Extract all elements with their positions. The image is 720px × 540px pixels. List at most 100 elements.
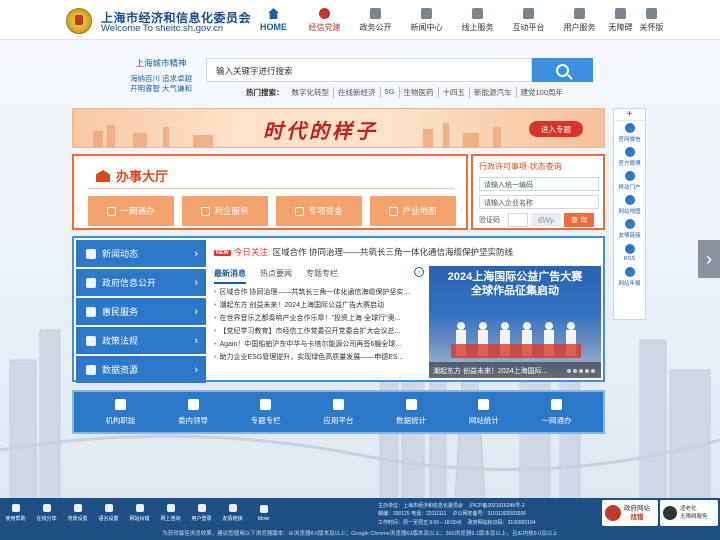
unified-code-input[interactable]: 请输入统一编码: [479, 177, 599, 191]
main-nav: HOME 经信党建 政务公开 新闻中心 线上服务 互动平台 用户服务 无障碍 关…: [248, 0, 667, 40]
nav-label: 互动平台: [512, 22, 545, 32]
footer-tool-language[interactable]: 语言设置: [93, 498, 124, 528]
nav-online-service[interactable]: 线上服务: [452, 0, 503, 40]
tab-latest[interactable]: 最新消息: [214, 268, 246, 284]
search-button[interactable]: [532, 58, 593, 82]
nav-gov-info[interactable]: 政务公开: [350, 0, 401, 40]
footer-tool-links[interactable]: 友情链接: [217, 498, 248, 528]
grid-icon: [260, 398, 272, 410]
carousel-dots[interactable]: [567, 369, 595, 373]
captcha-image[interactable]: 6Wy: [531, 213, 561, 227]
quick-link-one-net[interactable]: 一网通办: [542, 398, 572, 426]
chevron-right-icon[interactable]: ›: [698, 240, 720, 278]
toolbar-label: 移动门户: [618, 185, 641, 191]
menu-item-public-service[interactable]: 惠民服务 ›: [76, 298, 206, 325]
toolbar-links[interactable]: 友情链接: [614, 217, 645, 241]
tab-hot[interactable]: 热点要闻: [260, 268, 292, 284]
footer-tool-label: 友情链接: [222, 516, 243, 522]
toolbar-annual-report[interactable]: 网站年报: [614, 265, 645, 289]
quick-link-org[interactable]: 机构职能: [105, 398, 135, 426]
news-photo-carousel[interactable]: 2024上海国际公益广告大赛 全球作品征集启动 潮起东方 创益未来！2024上海国…: [429, 266, 601, 378]
feature-banner[interactable]: 时代的样子 进入专题: [72, 108, 605, 148]
footer-tool-consult[interactable]: 网上咨询: [155, 498, 186, 528]
banner-enter-button[interactable]: 进入专题: [529, 121, 583, 137]
menu-item-policy[interactable]: 政策法规 ›: [76, 327, 206, 354]
toolbar-sitemap[interactable]: 网站地图: [614, 193, 645, 217]
service-button-enterprise[interactable]: 利企服务: [182, 196, 268, 226]
footer-tool-login[interactable]: 用户登录: [186, 498, 217, 528]
nav-party[interactable]: 经信党建: [299, 0, 350, 40]
nav-news[interactable]: 新闻中心: [401, 0, 452, 40]
service-button-funds[interactable]: 专项资金: [276, 196, 362, 226]
menu-item-news[interactable]: 新闻动态 ›: [76, 240, 206, 267]
quick-link-platforms[interactable]: 应用平台: [323, 398, 353, 426]
hot-keyword[interactable]: 生物医药: [400, 87, 439, 98]
hot-keyword[interactable]: 新能源汽车: [470, 87, 517, 98]
query-button[interactable]: 查 询: [564, 213, 594, 227]
footer-tool-background[interactable]: 背景设置: [62, 498, 93, 528]
toolbar-weibo[interactable]: 官方微博: [614, 145, 645, 169]
hot-keyword[interactable]: 建党100周年: [517, 87, 568, 98]
search-icon: [556, 63, 569, 77]
elderly-accessibility-badge[interactable]: 适老化 无障碍服务: [660, 500, 718, 526]
hot-keyword[interactable]: 十四五: [439, 87, 471, 98]
tab-special[interactable]: 专题专栏: [306, 268, 338, 284]
footer-info-text[interactable]: 沪公网安备号：31011302003506: [452, 510, 526, 518]
footer-tool-report-error[interactable]: 网站纠错: [124, 498, 155, 528]
toolbar-wechat[interactable]: 官网微信: [614, 121, 645, 145]
quick-link-leaders[interactable]: 委内领导: [178, 398, 208, 426]
chevron-right-icon[interactable]: ›: [460, 204, 463, 215]
quick-link-data-stats[interactable]: 数据统计: [396, 398, 426, 426]
news-item[interactable]: 【党纪学习教育】市经信工作党委召开党委会扩大会议总...: [214, 325, 424, 338]
tabs-next-icon[interactable]: ›: [414, 267, 424, 277]
footer-tool-share[interactable]: 在线分享: [31, 498, 62, 528]
today-headline: 区域合作 协同治理——共筑长三角一体化通信海缆保护坚实防线: [272, 247, 513, 257]
share-icon: [42, 504, 51, 512]
site-header: 上海市经济和信息化委员会 Welcome To sheitc.sh.gov.cn…: [0, 0, 720, 40]
plus-icon: [259, 504, 268, 513]
browser-note: 为获得最佳浏览效果，建议您使用以下浏览器版本：IE浏览器8.0版本及以上；Goo…: [162, 531, 558, 537]
news-item[interactable]: Again！中国船舶沪东中华与卡塔尔能源公司再签6艘全球...: [214, 338, 424, 351]
news-item[interactable]: 潮起东方 创益未来！2024上海国际公益广告大赛启动: [214, 299, 424, 312]
news-item[interactable]: 区域合作 协同治理——共筑长三角一体化通信海缆保护坚实...: [214, 286, 424, 299]
chevron-right-icon: ›: [194, 363, 198, 376]
toolbar-toggle-button[interactable]: +: [614, 109, 645, 121]
people-icon: [574, 7, 585, 19]
toolbar-mobile[interactable]: 移动门户: [614, 169, 645, 193]
service-button-one-net[interactable]: 一网通办: [88, 196, 174, 226]
captcha-input[interactable]: [508, 213, 528, 227]
footer-info-text[interactable]: 沪ICP备2021016245号-2: [469, 502, 525, 510]
report-icon: [624, 267, 635, 277]
site-footer: 使用帮助 在线分享 背景设置 语言设置 网站纠错 网上咨询 用户登录 友情链接 …: [0, 498, 720, 540]
service-button-industry-map[interactable]: 产业地图: [370, 196, 456, 226]
emblem-logo[interactable]: [66, 8, 92, 34]
news-item[interactable]: 在世界音乐之都奏响产业合作乐章！"投资上海·全球行"奥...: [214, 312, 424, 325]
today-focus[interactable]: NEW 今日关注: 区域合作 协同治理——共筑长三角一体化通信海缆保护坚实防线: [214, 246, 513, 258]
consult-icon: [166, 504, 175, 512]
gavel-icon: [86, 335, 96, 346]
company-name-input[interactable]: 请输入企业名称: [479, 195, 599, 209]
news-item[interactable]: 助力企业ESG管理提升，实现绿色高质量发展——申德ES...: [214, 351, 424, 364]
hot-keyword[interactable]: 5G: [381, 87, 400, 98]
menu-label: 政策法规: [102, 336, 139, 346]
search-input[interactable]: 输入关键字进行搜索: [206, 58, 532, 82]
nav-accessibility[interactable]: 无障碍: [605, 0, 636, 40]
menu-item-gov-info[interactable]: 政府信息公开 ›: [76, 269, 206, 296]
service-button-label: 利企服务: [214, 206, 249, 216]
service-hall-buttons: 一网通办 利企服务 专项资金 产业地图: [88, 196, 456, 226]
messages-icon: [523, 7, 534, 19]
menu-item-data[interactable]: 数据资源 ›: [76, 356, 206, 383]
chevron-left-icon[interactable]: ‹: [77, 204, 80, 215]
hot-keyword[interactable]: 数字化转型: [288, 87, 334, 98]
gov-site-error-badge[interactable]: 政府网站 找错: [602, 500, 658, 526]
toolbar-rss[interactable]: RSS: [614, 241, 645, 265]
quick-link-site-stats[interactable]: 网站统计: [469, 398, 499, 426]
quick-link-special[interactable]: 专题专栏: [251, 398, 281, 426]
nav-interaction[interactable]: 互动平台: [503, 0, 554, 40]
nav-care-mode[interactable]: 关怀版: [636, 0, 667, 40]
nav-user-service[interactable]: 用户服务: [554, 0, 605, 40]
footer-tool-help[interactable]: 使用帮助: [0, 498, 31, 528]
footer-tool-more[interactable]: More: [248, 498, 279, 528]
nav-home[interactable]: HOME: [248, 0, 299, 40]
hot-keyword[interactable]: 在线新经济: [334, 87, 381, 98]
